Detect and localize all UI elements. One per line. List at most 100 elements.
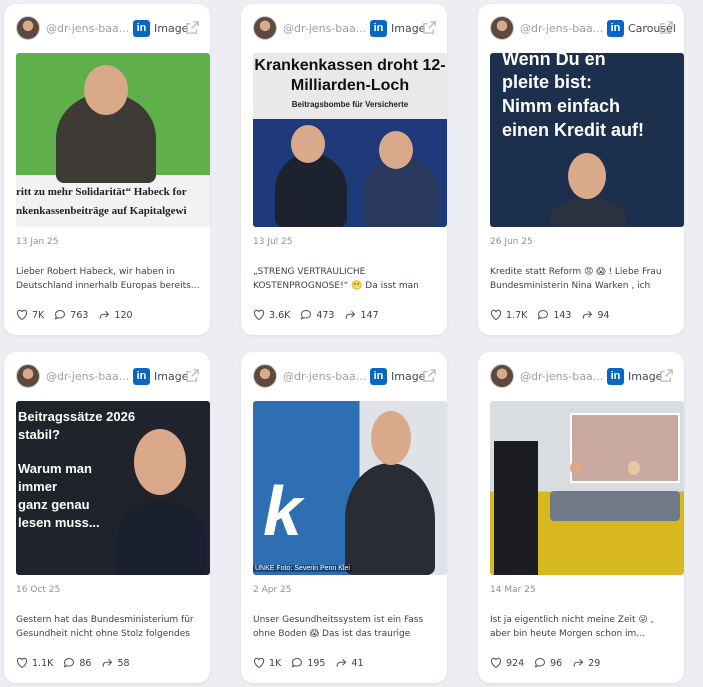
post-card[interactable]: @dr-jens-baa... in Image 14 Mar 25 Ist j… [478, 352, 684, 683]
post-text: Lieber Robert Habeck, wir haben in Deuts… [16, 267, 200, 291]
author-handle: @dr-jens-baa... [46, 21, 129, 35]
share-icon [103, 658, 113, 667]
likes-count: 3.6K [269, 309, 291, 321]
comment-icon [54, 309, 66, 320]
comments-count: 86 [79, 657, 92, 669]
comment-icon [537, 309, 549, 320]
post-header: @dr-jens-baa... in Carousel [490, 16, 676, 40]
image-headline: Beitragssätze 2026 [18, 409, 136, 424]
linkedin-icon: in [133, 367, 150, 385]
post-stats: 1.7K 143 94 [490, 308, 620, 322]
author-handle: @dr-jens-baa... [520, 369, 603, 383]
heart-icon [253, 309, 265, 321]
image-caption: ritt zu mehr Solidarität“ Habeck for [16, 186, 187, 198]
post-card[interactable]: @dr-jens-baa... in Image Beitragssätze 2… [4, 352, 210, 683]
comments-count: 143 [553, 309, 572, 321]
likes-count: 1.7K [506, 309, 528, 321]
author-handle: @dr-jens-baa... [520, 21, 603, 35]
post-image[interactable]: ritt zu mehr Solidarität“ Habeck for nke… [16, 53, 210, 227]
shares-stat: 29 [572, 657, 600, 669]
author-handle: @dr-jens-baa... [283, 369, 366, 383]
image-headline: pleite bist: [502, 72, 593, 92]
studio-sofa [550, 491, 680, 521]
linkedin-icon: in [607, 19, 624, 37]
avatar [16, 16, 40, 40]
shares-count: 94 [597, 309, 610, 321]
comments-count: 96 [550, 657, 563, 669]
avatar [253, 364, 277, 388]
post-text: Kredite statt Reform 😡 😱 ! Liebe Frau Bu… [490, 267, 662, 291]
post-stats: 924 96 29 [490, 656, 610, 670]
post-stats: 3.6K 473 147 [253, 308, 389, 322]
external-link-icon[interactable] [422, 20, 437, 35]
likes-count: 1.1K [32, 657, 54, 669]
heart-icon [490, 657, 502, 669]
post-image[interactable]: Beitragssätze 2026 stabil? Warum man imm… [16, 401, 210, 575]
shares-stat: 94 [581, 309, 610, 321]
studio-screen [570, 413, 680, 483]
linkedin-icon: in [133, 19, 150, 37]
avatar [490, 16, 514, 40]
share-icon [573, 658, 584, 667]
post-header: @dr-jens-baa... in Image [253, 364, 439, 388]
post-type-label: Image [628, 369, 663, 383]
shares-stat: 120 [98, 309, 133, 321]
post-text: Ist ja eigentlich nicht meine Zeit 😜 , a… [490, 615, 654, 639]
comments-stat: 86 [63, 657, 91, 669]
share-icon [583, 310, 593, 319]
likes-count: 1K [269, 657, 282, 669]
likes-stat: 924 [490, 657, 524, 669]
avatar [16, 364, 40, 388]
likes-stat: 1.7K [490, 309, 527, 321]
comments-count: 763 [70, 309, 89, 321]
image-credit: UNKE Foto: Severin Penn Klei [253, 565, 352, 572]
shares-stat: 147 [344, 309, 379, 321]
heart-icon [16, 309, 28, 321]
post-date: 16 Oct 25 [16, 585, 61, 595]
post-image[interactable] [490, 401, 684, 575]
post-card[interactable]: @dr-jens-baa... in Image Krankenkassen d… [241, 4, 447, 335]
post-image[interactable]: Wenn Du en pleite bist: Nimm einfach ein… [490, 53, 684, 227]
comments-stat: 195 [291, 657, 325, 669]
comment-icon [291, 657, 303, 668]
share-icon [346, 310, 356, 319]
avatar [490, 364, 514, 388]
post-stats: 7K 763 120 [16, 308, 143, 322]
post-text: Gestern hat das Bundesministerium für Ge… [16, 615, 194, 639]
share-icon [100, 310, 110, 319]
external-link-icon[interactable] [659, 368, 674, 383]
shares-count: 58 [117, 657, 130, 669]
comments-stat: 473 [300, 309, 334, 321]
likes-count: 7K [32, 309, 45, 321]
image-headline: Wenn Du en [502, 53, 606, 69]
post-type-label: Image [154, 21, 189, 35]
post-card[interactable]: @dr-jens-baa... in Image k UNKE Foto: Se… [241, 352, 447, 683]
image-headline: Milliarden-Loch [290, 77, 410, 94]
post-card[interactable]: @dr-jens-baa... in Image ritt zu mehr So… [4, 4, 210, 335]
likes-stat: 1.1K [16, 657, 53, 669]
external-link-icon[interactable] [185, 20, 200, 35]
image-headline: lesen muss... [18, 515, 100, 530]
shares-count: 29 [588, 657, 601, 669]
author-handle: @dr-jens-baa... [283, 21, 366, 35]
image-headline: immer [18, 479, 58, 494]
linkedin-icon: in [370, 367, 387, 385]
post-header: @dr-jens-baa... in Image [253, 16, 439, 40]
likes-stat: 3.6K [253, 309, 290, 321]
external-link-icon[interactable] [659, 20, 674, 35]
shares-count: 41 [351, 657, 364, 669]
image-headline: Krankenkassen droht 12- [254, 57, 446, 74]
comments-count: 473 [316, 309, 335, 321]
post-image[interactable]: k UNKE Foto: Severin Penn Klei [253, 401, 447, 575]
shares-stat: 58 [101, 657, 130, 669]
linkedin-icon: in [607, 367, 624, 385]
comments-stat: 763 [54, 309, 88, 321]
post-text: Unser Gesundheitssystem ist ein Fass ohn… [253, 615, 424, 639]
external-link-icon[interactable] [422, 368, 437, 383]
external-link-icon[interactable] [185, 368, 200, 383]
post-type-label: Image [391, 21, 426, 35]
image-headline: stabil? [18, 427, 60, 442]
post-card[interactable]: @dr-jens-baa... in Carousel Wenn Du en p… [478, 4, 684, 335]
post-image[interactable]: Krankenkassen droht 12- Milliarden-Loch … [253, 53, 447, 227]
author-handle: @dr-jens-baa... [46, 369, 129, 383]
